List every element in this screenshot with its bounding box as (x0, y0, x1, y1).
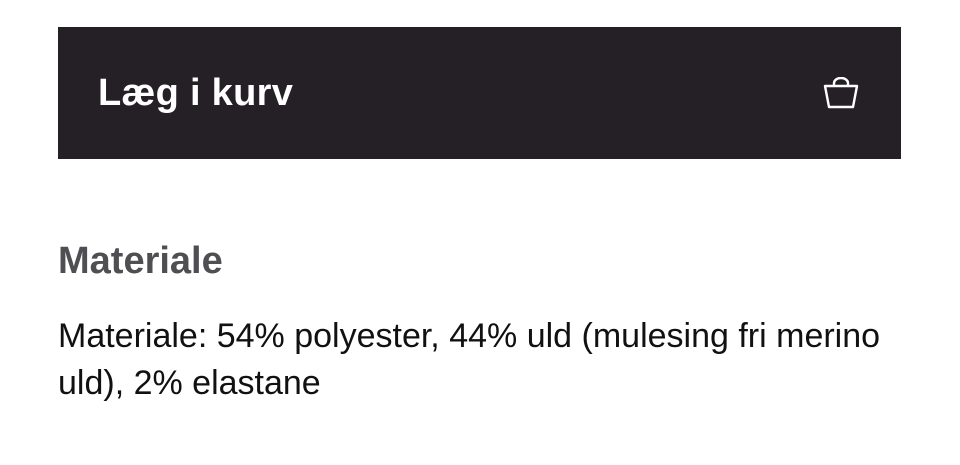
shopping-bag-icon (823, 76, 859, 110)
material-description: Materiale: 54% polyester, 44% uld (mules… (58, 317, 881, 402)
material-heading: Materiale (58, 240, 223, 282)
add-to-cart-label: Læg i kurv (98, 71, 294, 114)
add-to-cart-button[interactable]: Læg i kurv (58, 27, 901, 159)
